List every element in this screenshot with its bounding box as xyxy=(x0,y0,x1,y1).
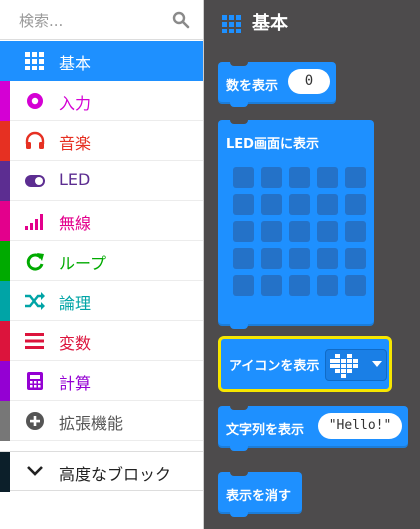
category-color-stripe xyxy=(0,241,10,281)
led-cell[interactable] xyxy=(233,248,254,269)
block-label: 文字列を表示 xyxy=(226,423,305,438)
block-tab xyxy=(230,102,248,107)
block-label: 表示を消す xyxy=(226,489,292,504)
list-lines-icon xyxy=(25,333,44,349)
led-cell[interactable] xyxy=(345,194,366,215)
category-color-stripe xyxy=(0,361,10,401)
category-label: 無線 xyxy=(59,214,92,233)
number-input[interactable]: 0 xyxy=(288,69,330,94)
clear-screen-block[interactable]: 表示を消す xyxy=(218,472,302,517)
category-label: LED xyxy=(59,170,91,189)
icon-dropdown[interactable] xyxy=(325,349,387,381)
category-label: 論理 xyxy=(59,294,92,313)
category-label: 拡張機能 xyxy=(59,414,124,433)
led-cell[interactable] xyxy=(317,248,338,269)
block-tab xyxy=(230,512,248,517)
input-circle-icon xyxy=(27,93,43,109)
show-string-block[interactable]: 文字列を表示 "Hello!" xyxy=(218,406,408,451)
shuffle-icon xyxy=(25,292,45,310)
category-radio[interactable]: 無線 xyxy=(0,201,203,241)
category-variables[interactable]: 変数 xyxy=(0,321,203,361)
category-music[interactable]: 音楽 xyxy=(0,121,203,161)
advanced-label: 高度なブロック xyxy=(59,465,172,484)
category-color-stripe xyxy=(0,121,10,161)
led-grid[interactable] xyxy=(233,167,366,297)
led-cell[interactable] xyxy=(289,221,310,242)
category-loops[interactable]: ループ xyxy=(0,241,203,281)
category-color-stripe xyxy=(0,452,10,492)
dropdown-arrow-icon xyxy=(372,361,382,367)
category-label: 入力 xyxy=(59,94,92,113)
led-cell[interactable] xyxy=(345,221,366,242)
category-label: ループ xyxy=(59,254,107,273)
category-sidebar: 検索... 基本 入力 音楽 LED 無線 ループ 論理 変数 計算 拡張機能 … xyxy=(0,0,204,529)
category-input[interactable]: 入力 xyxy=(0,81,203,121)
advanced-blocks-toggle[interactable]: 高度なブロック xyxy=(0,451,203,492)
led-cell[interactable] xyxy=(233,221,254,242)
category-extensions[interactable]: 拡張機能 xyxy=(0,401,203,441)
led-cell[interactable] xyxy=(317,221,338,242)
grid-icon xyxy=(25,52,44,70)
grid-icon xyxy=(222,15,241,33)
category-math[interactable]: 計算 xyxy=(0,361,203,401)
category-color-stripe xyxy=(0,281,10,321)
led-cell[interactable] xyxy=(317,275,338,296)
led-cell[interactable] xyxy=(345,248,366,269)
led-cell[interactable] xyxy=(261,248,282,269)
category-color-stripe xyxy=(0,401,10,441)
led-cell[interactable] xyxy=(233,275,254,296)
led-cell[interactable] xyxy=(261,194,282,215)
led-cell[interactable] xyxy=(317,194,338,215)
search-box[interactable]: 検索... xyxy=(0,0,203,40)
search-input[interactable]: 検索... xyxy=(19,10,63,31)
flyout-title: 基本 xyxy=(252,13,288,34)
block-label: LED画面に表示 xyxy=(226,137,319,152)
block-tab xyxy=(230,446,248,451)
show-leds-block[interactable]: LED画面に表示 xyxy=(218,120,374,329)
led-cell[interactable] xyxy=(345,275,366,296)
led-cell[interactable] xyxy=(233,167,254,188)
led-cell[interactable] xyxy=(289,167,310,188)
block-label: アイコンを表示 xyxy=(229,359,320,374)
block-notch xyxy=(230,120,248,124)
loop-arrow-icon xyxy=(26,253,44,271)
led-cell[interactable] xyxy=(233,194,254,215)
block-label: 数を表示 xyxy=(226,79,279,94)
calculator-icon xyxy=(27,372,43,390)
category-color-stripe xyxy=(0,161,10,201)
category-label: 変数 xyxy=(59,334,92,353)
category-color-stripe xyxy=(0,201,10,241)
toggle-icon xyxy=(25,175,45,187)
block-notch xyxy=(230,472,248,476)
category-basic[interactable]: 基本 xyxy=(0,41,203,81)
string-input[interactable]: "Hello!" xyxy=(318,413,402,439)
category-color-stripe xyxy=(0,81,10,121)
block-notch xyxy=(230,406,248,410)
led-cell[interactable] xyxy=(261,167,282,188)
led-cell[interactable] xyxy=(345,167,366,188)
show-icon-block[interactable]: アイコンを表示 xyxy=(218,336,392,392)
category-color-stripe xyxy=(0,321,10,361)
led-cell[interactable] xyxy=(289,194,310,215)
search-icon[interactable] xyxy=(172,11,190,29)
block-flyout: 基本 数を表示 0 LED画面に表示 アイコンを表示 文字列を表示 "Hello… xyxy=(204,0,420,529)
plus-circle-icon xyxy=(26,412,44,430)
chevron-down-icon xyxy=(27,466,43,476)
headphones-icon xyxy=(25,131,45,149)
led-cell[interactable] xyxy=(289,275,310,296)
led-cell[interactable] xyxy=(317,167,338,188)
category-label: 計算 xyxy=(59,374,92,393)
block-notch xyxy=(230,62,248,66)
category-label: 基本 xyxy=(59,54,92,73)
block-tab xyxy=(230,324,248,329)
led-cell[interactable] xyxy=(261,275,282,296)
led-cell[interactable] xyxy=(289,248,310,269)
show-number-block[interactable]: 数を表示 0 xyxy=(218,62,336,107)
category-label: 音楽 xyxy=(59,134,92,153)
signal-bars-icon xyxy=(25,214,43,230)
led-cell[interactable] xyxy=(261,221,282,242)
heart-icon xyxy=(330,354,358,378)
category-logic[interactable]: 論理 xyxy=(0,281,203,321)
category-led[interactable]: LED xyxy=(0,161,203,201)
